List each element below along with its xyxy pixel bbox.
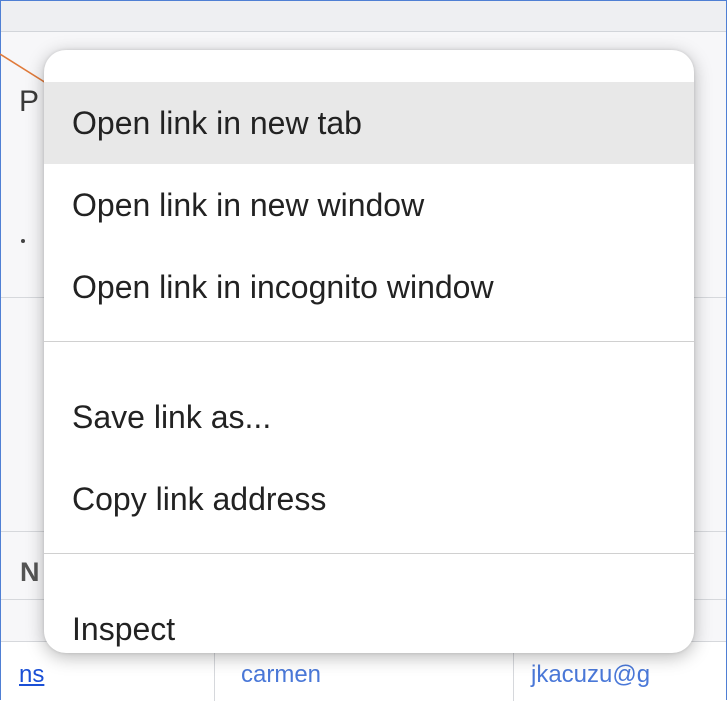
menu-item-open-new-tab[interactable]: Open link in new tab bbox=[44, 82, 694, 164]
context-menu-list: Open link in new tab Open link in new wi… bbox=[44, 82, 694, 653]
background-dot bbox=[21, 239, 25, 243]
context-menu: Open link in new tab Open link in new wi… bbox=[44, 50, 694, 653]
background-column-header: N bbox=[20, 557, 40, 587]
menu-item-copy-link-address[interactable]: Copy link address bbox=[44, 458, 694, 540]
table-cell-text: carmen bbox=[241, 661, 322, 688]
table-link[interactable]: ns bbox=[19, 661, 44, 689]
menu-item-inspect[interactable]: Inspect bbox=[44, 588, 694, 653]
table-cell-email: jkacuzu@g bbox=[531, 661, 651, 688]
menu-separator bbox=[44, 553, 694, 554]
menu-item-save-link-as[interactable]: Save link as... bbox=[44, 376, 694, 458]
page-top-strip bbox=[1, 1, 726, 32]
menu-item-open-incognito-window[interactable]: Open link in incognito window bbox=[44, 246, 694, 328]
menu-item-open-new-window[interactable]: Open link in new window bbox=[44, 164, 694, 246]
menu-separator bbox=[44, 341, 694, 342]
